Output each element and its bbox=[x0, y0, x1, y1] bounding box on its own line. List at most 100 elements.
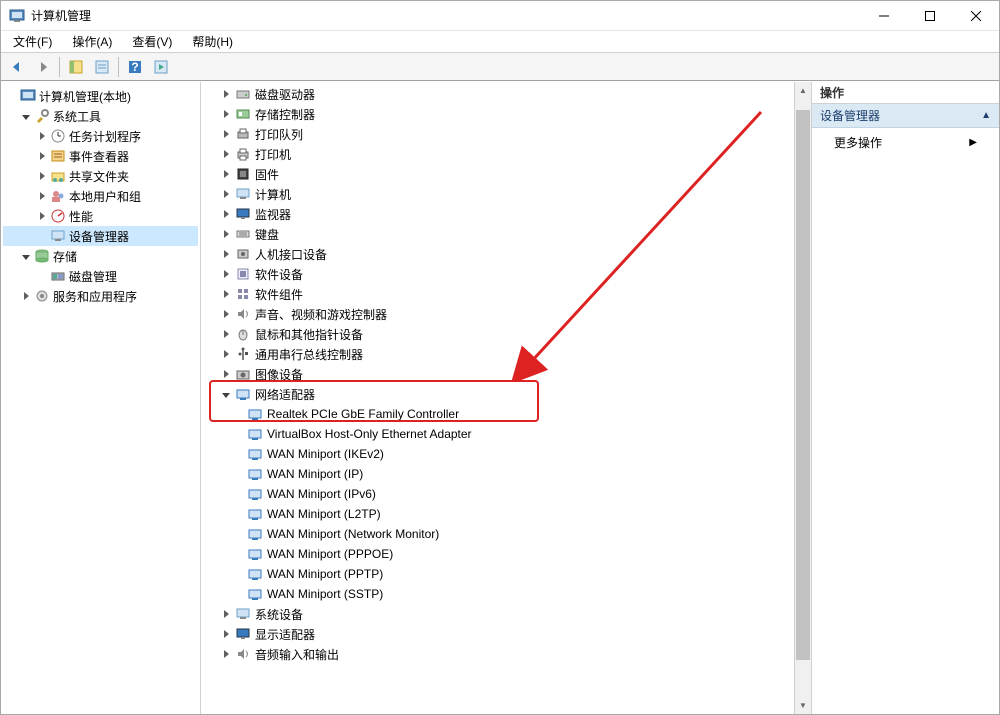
device-category-mice[interactable]: 鼠标和其他指针设备 bbox=[205, 324, 790, 344]
expander-icon[interactable] bbox=[219, 647, 233, 661]
refresh-button[interactable] bbox=[149, 55, 173, 79]
tree-shared-folders[interactable]: 共享文件夹 bbox=[3, 166, 198, 186]
tree-disk-mgmt[interactable]: 磁盘管理 bbox=[3, 266, 198, 286]
device-category-soft-devices[interactable]: 软件设备 bbox=[205, 264, 790, 284]
device-category-network-adapters[interactable]: 网络适配器 bbox=[205, 384, 790, 404]
device-category-storage-ctrl[interactable]: 存储控制器 bbox=[205, 104, 790, 124]
tree-event-viewer[interactable]: 事件查看器 bbox=[3, 146, 198, 166]
device-wan-l2tp[interactable]: WAN Miniport (L2TP) bbox=[205, 504, 790, 524]
device-category-firmware[interactable]: 固件 bbox=[205, 164, 790, 184]
device-label: WAN Miniport (SSTP) bbox=[267, 587, 383, 601]
expander-icon[interactable] bbox=[219, 247, 233, 261]
device-category-hid[interactable]: 人机接口设备 bbox=[205, 244, 790, 264]
expander-icon[interactable] bbox=[219, 207, 233, 221]
expander-open-icon[interactable] bbox=[19, 109, 33, 123]
device-category-computer[interactable]: 计算机 bbox=[205, 184, 790, 204]
vertical-scrollbar[interactable]: ▲ ▼ bbox=[794, 82, 811, 714]
expander-icon[interactable] bbox=[35, 129, 49, 143]
device-category-monitors[interactable]: 监视器 bbox=[205, 204, 790, 224]
device-wan-sstp[interactable]: WAN Miniport (SSTP) bbox=[205, 584, 790, 604]
device-category-soft-components[interactable]: 软件组件 bbox=[205, 284, 790, 304]
device-category-audio-io[interactable]: 音频输入和输出 bbox=[205, 644, 790, 664]
expander-icon[interactable] bbox=[219, 607, 233, 621]
tree-root[interactable]: 计算机管理(本地) bbox=[3, 86, 198, 106]
device-category-display-adapters[interactable]: 显示适配器 bbox=[205, 624, 790, 644]
device-category-printers[interactable]: 打印机 bbox=[205, 144, 790, 164]
nic-icon bbox=[247, 426, 263, 442]
expander-icon[interactable] bbox=[219, 107, 233, 121]
properties-button[interactable] bbox=[90, 55, 114, 79]
close-button[interactable] bbox=[953, 1, 999, 31]
action-more-actions[interactable]: 更多操作 ▶ bbox=[812, 128, 999, 157]
expander-icon[interactable] bbox=[35, 149, 49, 163]
sound-icon bbox=[235, 306, 251, 322]
scrollbar-thumb[interactable] bbox=[796, 110, 810, 660]
tree-performance[interactable]: 性能 bbox=[3, 206, 198, 226]
device-category-sound[interactable]: 声音、视频和游戏控制器 bbox=[205, 304, 790, 324]
device-wan-ikev2[interactable]: WAN Miniport (IKEv2) bbox=[205, 444, 790, 464]
device-label: 计算机 bbox=[255, 186, 291, 203]
expander-icon[interactable] bbox=[219, 227, 233, 241]
expander-icon[interactable] bbox=[219, 627, 233, 641]
expander-icon[interactable] bbox=[219, 347, 233, 361]
maximize-button[interactable] bbox=[907, 1, 953, 31]
expander-icon[interactable] bbox=[5, 89, 19, 103]
device-label: WAN Miniport (IKEv2) bbox=[267, 447, 384, 461]
tree-local-users[interactable]: 本地用户和组 bbox=[3, 186, 198, 206]
device-wan-ip[interactable]: WAN Miniport (IP) bbox=[205, 464, 790, 484]
tree-label: 性能 bbox=[69, 208, 93, 225]
menu-view[interactable]: 查看(V) bbox=[126, 31, 178, 52]
expander-icon[interactable] bbox=[19, 289, 33, 303]
expander-icon[interactable] bbox=[219, 87, 233, 101]
clock-icon bbox=[50, 128, 66, 144]
expander-icon[interactable] bbox=[35, 169, 49, 183]
help-button[interactable]: ? bbox=[123, 55, 147, 79]
expander-icon[interactable] bbox=[219, 187, 233, 201]
expander-icon[interactable] bbox=[219, 287, 233, 301]
device-wan-ipv6[interactable]: WAN Miniport (IPv6) bbox=[205, 484, 790, 504]
back-button[interactable] bbox=[5, 55, 29, 79]
expander-icon[interactable] bbox=[219, 127, 233, 141]
scroll-down-button[interactable]: ▼ bbox=[795, 697, 811, 714]
device-category-print-queue[interactable]: 打印队列 bbox=[205, 124, 790, 144]
scroll-up-button[interactable]: ▲ bbox=[795, 82, 811, 99]
print-queue-icon bbox=[235, 126, 251, 142]
menu-action[interactable]: 操作(A) bbox=[66, 31, 118, 52]
device-realtek-gbe[interactable]: Realtek PCIe GbE Family Controller bbox=[205, 404, 790, 424]
tree-device-manager[interactable]: 设备管理器 bbox=[3, 226, 198, 246]
expander-icon[interactable] bbox=[219, 167, 233, 181]
tree-task-scheduler[interactable]: 任务计划程序 bbox=[3, 126, 198, 146]
menu-help[interactable]: 帮助(H) bbox=[186, 31, 239, 52]
tree-system-tools[interactable]: 系统工具 bbox=[3, 106, 198, 126]
expander-icon[interactable] bbox=[219, 307, 233, 321]
minimize-button[interactable] bbox=[861, 1, 907, 31]
expander-icon[interactable] bbox=[35, 209, 49, 223]
expander-icon[interactable] bbox=[35, 189, 49, 203]
device-category-keyboards[interactable]: 键盘 bbox=[205, 224, 790, 244]
expander-icon[interactable] bbox=[219, 147, 233, 161]
device-label: 通用串行总线控制器 bbox=[255, 346, 363, 363]
device-category-imaging[interactable]: 图像设备 bbox=[205, 364, 790, 384]
expander-icon[interactable] bbox=[219, 367, 233, 381]
menu-file[interactable]: 文件(F) bbox=[7, 31, 58, 52]
device-label: 磁盘驱动器 bbox=[255, 86, 315, 103]
nic-icon bbox=[247, 526, 263, 542]
tree-storage[interactable]: 存储 bbox=[3, 246, 198, 266]
device-category-usb[interactable]: 通用串行总线控制器 bbox=[205, 344, 790, 364]
expander-icon[interactable] bbox=[219, 267, 233, 281]
expander-icon[interactable] bbox=[219, 327, 233, 341]
device-category-disk-drives[interactable]: 磁盘驱动器 bbox=[205, 84, 790, 104]
device-label: VirtualBox Host-Only Ethernet Adapter bbox=[267, 427, 472, 441]
expander-open-icon[interactable] bbox=[19, 249, 33, 263]
device-wan-netmon[interactable]: WAN Miniport (Network Monitor) bbox=[205, 524, 790, 544]
actions-section-title[interactable]: 设备管理器 ▲ bbox=[812, 104, 999, 128]
expander-open-icon[interactable] bbox=[219, 387, 233, 401]
device-wan-pppoe[interactable]: WAN Miniport (PPPOE) bbox=[205, 544, 790, 564]
forward-button[interactable] bbox=[31, 55, 55, 79]
device-vbox-adapter[interactable]: VirtualBox Host-Only Ethernet Adapter bbox=[205, 424, 790, 444]
actions-panel: 操作 设备管理器 ▲ 更多操作 ▶ bbox=[811, 82, 999, 714]
device-wan-pptp[interactable]: WAN Miniport (PPTP) bbox=[205, 564, 790, 584]
show-hide-tree-button[interactable] bbox=[64, 55, 88, 79]
device-category-system-devices[interactable]: 系统设备 bbox=[205, 604, 790, 624]
tree-services-apps[interactable]: 服务和应用程序 bbox=[3, 286, 198, 306]
